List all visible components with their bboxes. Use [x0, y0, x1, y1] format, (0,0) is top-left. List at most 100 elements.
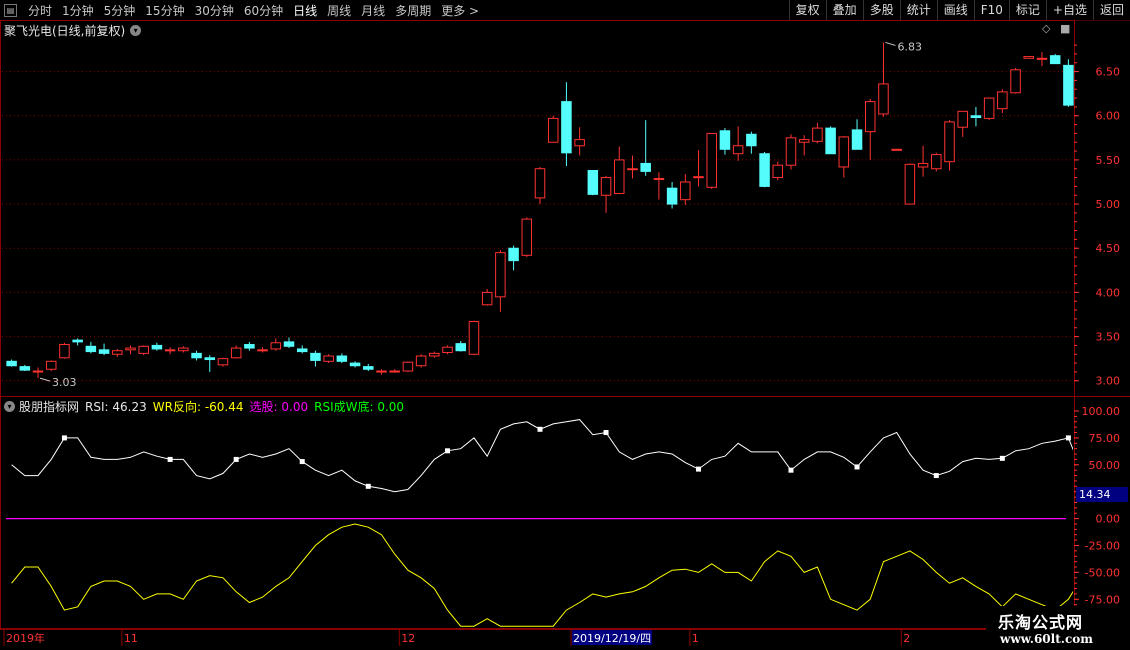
candle-body — [693, 176, 704, 179]
candle-body — [164, 349, 176, 352]
candle-body — [931, 154, 942, 170]
watermark-url: www.60lt.com — [1000, 632, 1093, 646]
x-tick-label: 12 — [401, 632, 415, 645]
site-watermark: 乐淘公式网 www.60lt.com — [986, 606, 1130, 650]
candle-body — [746, 133, 757, 147]
rw-label: RSI成W底: — [314, 400, 374, 414]
candle-body — [85, 345, 97, 353]
series-line-wr — [11, 523, 1073, 627]
candle-body — [112, 350, 123, 355]
candle-body — [178, 347, 189, 352]
extreme-pointer — [39, 377, 51, 382]
cursor-value-badge: 14.34 — [1076, 487, 1128, 502]
rsi-marker — [299, 459, 305, 465]
ind-tick-label: 0.00 — [1096, 513, 1121, 526]
x-tick-label: 2019年 — [6, 631, 45, 645]
rsi-marker — [167, 456, 173, 462]
price-tick-label: 3.00 — [1096, 375, 1121, 388]
candle-body — [389, 370, 400, 373]
candle-body — [521, 218, 533, 256]
candle-body — [283, 341, 295, 347]
xg-value: 0.00 — [281, 400, 309, 414]
wr-value: -60.44 — [204, 400, 244, 414]
candle-body — [72, 339, 83, 343]
xg-label: 选股: — [249, 400, 278, 414]
rsi-value: 46.23 — [112, 399, 147, 414]
candle-body — [891, 148, 902, 151]
price-tick-label: 4.50 — [1096, 242, 1121, 255]
rsi-marker — [788, 467, 794, 473]
candle-body — [732, 145, 744, 155]
candle-body — [812, 127, 823, 142]
x-tick-label: 1 — [692, 632, 699, 645]
candle-body — [785, 137, 797, 166]
rsi-marker — [933, 473, 939, 479]
rsi-label: RSI: — [85, 399, 109, 414]
candle-body — [442, 346, 453, 353]
candle-body — [653, 177, 665, 180]
candle-body — [19, 366, 31, 371]
series-line-rsi — [11, 419, 1073, 493]
candle-body — [415, 355, 427, 367]
candle-body — [1036, 57, 1048, 60]
candle-body — [997, 91, 1008, 110]
price-tick-label: 6.00 — [1096, 110, 1121, 123]
candle-body — [627, 168, 638, 171]
ind-tick-label: -75.00 — [1085, 593, 1120, 606]
candle-body — [244, 344, 255, 349]
candle-body — [257, 349, 268, 352]
candle-body — [680, 181, 691, 201]
ind-tick-label: -25.00 — [1085, 540, 1120, 553]
wr-readout: WR反向: -60.44 — [153, 398, 244, 415]
ind-tick-label: -50.00 — [1085, 566, 1120, 579]
indicator-dropdown-icon[interactable]: ▾ — [4, 401, 15, 412]
candle-body — [230, 347, 242, 359]
candle-body — [574, 139, 585, 147]
candle-body — [310, 352, 321, 361]
price-tick-label: 6.50 — [1096, 66, 1121, 79]
candle-body — [468, 321, 480, 355]
candle-body — [217, 358, 229, 366]
candle-body — [98, 349, 110, 354]
rsi-readout: RSI: 46.23 — [85, 400, 147, 414]
candle-body — [547, 117, 559, 143]
candle-body — [151, 344, 163, 350]
candle-body — [798, 139, 810, 143]
candle-body — [191, 352, 202, 359]
rw-value: 0.00 — [377, 400, 405, 414]
candle-body — [864, 101, 876, 133]
candle-body — [534, 168, 546, 199]
candle-body — [838, 136, 850, 168]
rsi-marker — [696, 466, 702, 472]
chart-app: ▤ 分时 1分钟 5分钟 15分钟 30分钟 60分钟 日线 周线 月线 多周期 更多 > 复权 叠加… — [0, 0, 1130, 650]
extreme-label: 6.83 — [897, 40, 922, 53]
candle-body — [481, 291, 493, 306]
candle-body — [587, 170, 599, 195]
xg-readout: 选股: 0.00 — [250, 398, 309, 415]
ind-tick-label: 75.00 — [1089, 432, 1121, 445]
rw-readout: RSI成W底: 0.00 — [314, 398, 404, 415]
candle-body — [429, 352, 440, 357]
chart-canvas[interactable]: 6.50 6.00 5.50 5.00 4.50 4.00 3.50 3.00 6.83 3.03… — [0, 0, 1130, 650]
candle-body — [6, 360, 17, 367]
extreme-label: 3.03 — [52, 376, 76, 389]
candle-body — [706, 132, 717, 188]
plot-frame — [0, 20, 1075, 629]
candle-body — [45, 360, 57, 370]
rsi-marker — [999, 455, 1005, 461]
candle-body — [1023, 56, 1035, 59]
candle-body — [614, 159, 625, 194]
candle-body — [336, 355, 348, 362]
candle-body — [600, 177, 612, 196]
rsi-marker — [537, 426, 543, 432]
candle-body — [296, 348, 308, 353]
candle-body — [204, 357, 216, 361]
rsi-marker — [233, 456, 239, 462]
candle-body — [970, 115, 982, 119]
candle-body — [983, 97, 995, 119]
candle-body — [878, 83, 889, 115]
candle-body — [1063, 64, 1074, 106]
candle-body — [1049, 55, 1061, 65]
candle-body — [349, 362, 361, 367]
indicator-name[interactable]: 股朋指标网 — [19, 398, 79, 415]
